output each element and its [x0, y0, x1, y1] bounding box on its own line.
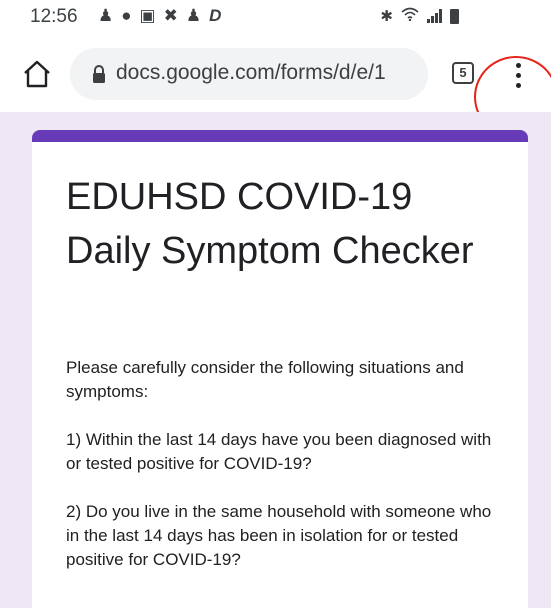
battery-icon	[450, 8, 459, 24]
wifi-icon	[401, 7, 419, 25]
messenger-icon: ●	[121, 6, 132, 25]
system-icons: ✱	[380, 7, 459, 25]
form-header-card: EDUHSD COVID-19 Daily Symptom Checker Pl…	[32, 130, 528, 608]
form-title: EDUHSD COVID-19 Daily Symptom Checker	[66, 176, 474, 272]
question-2-text: 2) Do you live in the same household wit…	[66, 502, 492, 569]
status-bar: 12:56 ♟ ● ▣ ✖ ♟ D ✱	[0, 0, 551, 36]
description-intro: Please carefully consider the following …	[66, 358, 464, 401]
bluetooth-icon: ✱	[380, 8, 393, 25]
lock-icon	[92, 65, 106, 83]
address-bar[interactable]: docs.google.com/forms/d/e/1	[70, 48, 428, 100]
notification-icons: ♟ ● ▣ ✖ ♟ D	[98, 6, 221, 26]
browser-toolbar: docs.google.com/forms/d/e/1 5	[0, 36, 551, 138]
signal-icon	[427, 9, 442, 23]
url-text: docs.google.com/forms/d/e/1	[116, 61, 386, 84]
news-icon: ▣	[139, 6, 156, 25]
person-icon: ♟	[98, 6, 114, 25]
tabs-icon[interactable]: 5	[452, 62, 474, 84]
question-1-text: 1) Within the last 14 days have you been…	[66, 430, 492, 473]
form-description: Please carefully consider the following …	[66, 356, 506, 596]
tools-icon: ✖	[163, 6, 178, 25]
card-accent-bar	[32, 130, 528, 142]
person-alt-icon: ♟	[185, 6, 202, 25]
home-icon[interactable]	[22, 60, 52, 88]
d-icon: D	[209, 6, 222, 25]
status-time: 12:56	[30, 6, 78, 27]
